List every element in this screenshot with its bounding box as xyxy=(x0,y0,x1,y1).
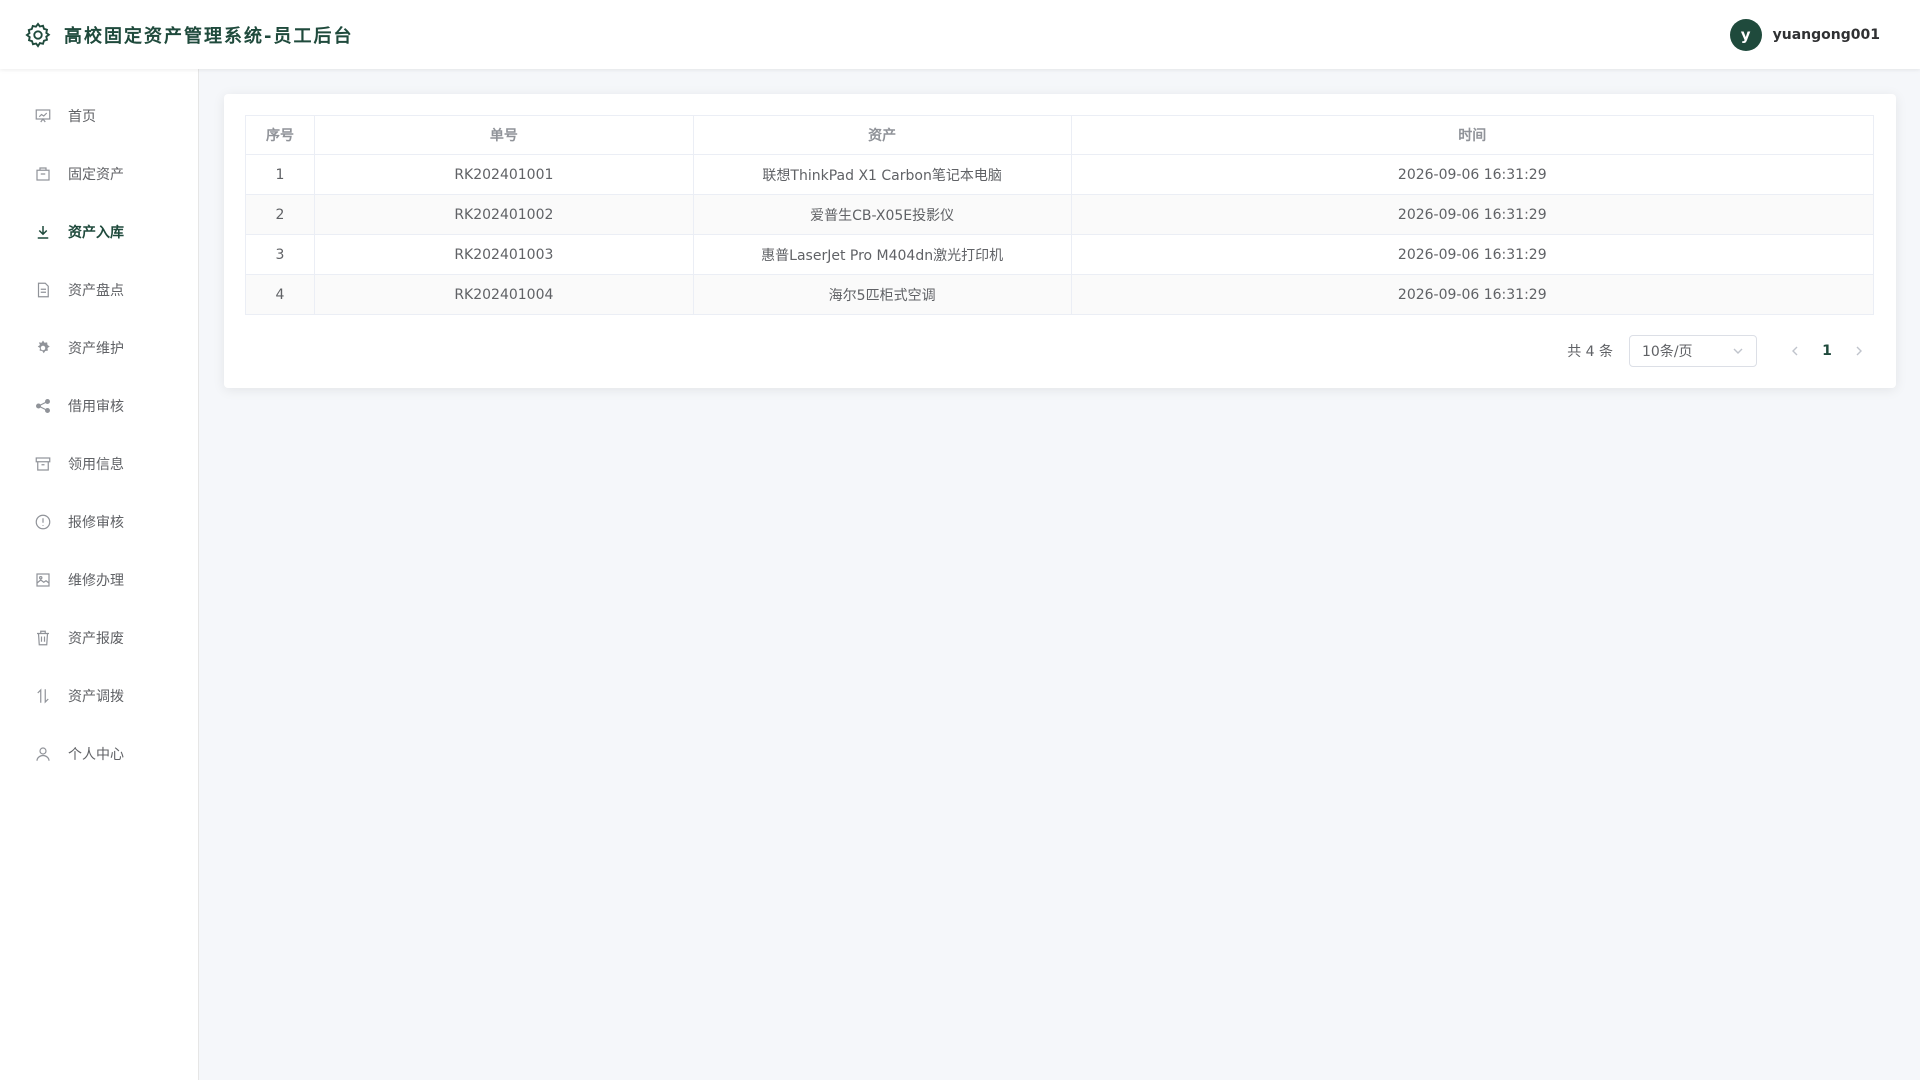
chevron-down-icon xyxy=(1733,348,1743,354)
sidebar-menu: 首页 固定资产 资产入库 资产盘点 资产维护 借用审核 领用信息 报修审核 维修… xyxy=(0,69,198,783)
column-header-index: 序号 xyxy=(245,115,315,155)
user-icon xyxy=(34,745,52,763)
cell-time: 2026-09-06 16:31:29 xyxy=(1070,234,1875,275)
cell-order-no: RK202401003 xyxy=(313,234,694,275)
box-icon xyxy=(34,165,52,183)
sidebar-item-label: 借用审核 xyxy=(68,399,124,415)
page-size-select[interactable]: 10条/页 xyxy=(1629,335,1757,367)
sidebar-item-label: 个人中心 xyxy=(68,747,124,763)
table-row[interactable]: 1 RK202401001 联想ThinkPad X1 Carbon笔记本电脑 … xyxy=(245,154,1875,195)
sidebar-item-home[interactable]: 首页 xyxy=(0,87,198,145)
gear-icon xyxy=(25,21,51,48)
table-row[interactable]: 4 RK202401004 海尔5匹柜式空调 2026-09-06 16:31:… xyxy=(245,274,1875,315)
sidebar-item-repair-review[interactable]: 报修审核 xyxy=(0,493,198,551)
username[interactable]: yuangong001 xyxy=(1773,27,1880,43)
cell-asset: 惠普LaserJet Pro M404dn激光打印机 xyxy=(692,234,1072,275)
sidebar-item-label: 领用信息 xyxy=(68,457,124,473)
share-icon xyxy=(34,397,52,415)
sidebar-item-label: 资产调拨 xyxy=(68,689,124,705)
chevron-right-icon xyxy=(1856,346,1862,356)
sidebar-item-label: 资产报废 xyxy=(68,631,124,647)
page-size-value: 10条/页 xyxy=(1642,344,1693,360)
gear-icon xyxy=(34,339,52,357)
cell-asset: 爱普生CB-X05E投影仪 xyxy=(692,194,1072,235)
cell-index: 3 xyxy=(245,234,315,275)
sidebar: 首页 固定资产 资产入库 资产盘点 资产维护 借用审核 领用信息 报修审核 维修… xyxy=(0,69,199,1080)
sidebar-item-label: 报修审核 xyxy=(68,515,124,531)
sidebar-item-transfer[interactable]: 资产调拨 xyxy=(0,667,198,725)
cell-order-no: RK202401004 xyxy=(313,274,694,315)
next-page-button[interactable] xyxy=(1843,335,1875,367)
sidebar-item-borrow-review[interactable]: 借用审核 xyxy=(0,377,198,435)
sidebar-item-label: 首页 xyxy=(68,109,96,125)
chart-board-icon xyxy=(34,107,52,125)
chevron-left-icon xyxy=(1792,346,1798,356)
sidebar-item-label: 资产维护 xyxy=(68,341,124,357)
sidebar-item-scrap[interactable]: 资产报废 xyxy=(0,609,198,667)
cell-time: 2026-09-06 16:31:29 xyxy=(1070,194,1875,235)
cell-index: 2 xyxy=(245,194,315,235)
column-header-time: 时间 xyxy=(1070,115,1875,155)
prev-page-button[interactable] xyxy=(1779,335,1811,367)
cell-index: 4 xyxy=(245,274,315,315)
sidebar-item-label: 固定资产 xyxy=(68,167,124,183)
cell-index: 1 xyxy=(245,154,315,195)
cell-order-no: RK202401001 xyxy=(313,154,694,195)
document-icon xyxy=(34,281,52,299)
sidebar-item-label: 资产盘点 xyxy=(68,283,124,299)
archive-icon xyxy=(34,455,52,473)
sidebar-item-profile[interactable]: 个人中心 xyxy=(0,725,198,783)
picture-icon xyxy=(34,571,52,589)
sidebar-item-fixed-assets[interactable]: 固定资产 xyxy=(0,145,198,203)
brand: 高校固定资产管理系统-员工后台 xyxy=(24,21,353,49)
cell-asset: 海尔5匹柜式空调 xyxy=(692,274,1072,315)
cell-time: 2026-09-06 16:31:29 xyxy=(1070,154,1875,195)
cell-asset: 联想ThinkPad X1 Carbon笔记本电脑 xyxy=(692,154,1072,195)
info-circle-icon xyxy=(34,513,52,531)
trash-icon xyxy=(34,629,52,647)
sidebar-item-maintenance[interactable]: 资产维护 xyxy=(0,319,198,377)
sidebar-item-inventory[interactable]: 资产盘点 xyxy=(0,261,198,319)
sidebar-item-label: 资产入库 xyxy=(68,225,124,241)
sidebar-item-label: 维修办理 xyxy=(68,573,124,589)
top-header: 高校固定资产管理系统-员工后台 y yuangong001 xyxy=(0,0,1920,69)
transfer-icon xyxy=(34,687,52,705)
total-count: 共 4 条 xyxy=(1567,344,1613,360)
cell-order-no: RK202401002 xyxy=(313,194,694,235)
column-header-order-no: 单号 xyxy=(313,115,694,155)
download-icon xyxy=(34,223,52,241)
page-number-current[interactable]: 1 xyxy=(1811,335,1843,367)
table-header-row: 序号 单号 资产 时间 xyxy=(245,115,1875,155)
pagination: 共 4 条 10条/页 1 xyxy=(1567,335,1875,367)
column-header-asset: 资产 xyxy=(692,115,1072,155)
inbound-table: 序号 单号 资产 时间 1 RK202401001 联想ThinkPad X1 … xyxy=(245,115,1875,315)
sidebar-item-repair-handling[interactable]: 维修办理 xyxy=(0,551,198,609)
avatar[interactable]: y xyxy=(1729,18,1762,51)
user-menu[interactable]: y yuangong001 xyxy=(1729,0,1880,69)
content-card: 序号 单号 资产 时间 1 RK202401001 联想ThinkPad X1 … xyxy=(224,94,1896,388)
sidebar-item-asset-inbound[interactable]: 资产入库 xyxy=(0,203,198,261)
cell-time: 2026-09-06 16:31:29 xyxy=(1070,274,1875,315)
table-row[interactable]: 3 RK202401003 惠普LaserJet Pro M404dn激光打印机… xyxy=(245,234,1875,275)
sidebar-item-requisition[interactable]: 领用信息 xyxy=(0,435,198,493)
table-row[interactable]: 2 RK202401002 爱普生CB-X05E投影仪 2026-09-06 1… xyxy=(245,194,1875,235)
app-title: 高校固定资产管理系统-员工后台 xyxy=(64,25,354,47)
